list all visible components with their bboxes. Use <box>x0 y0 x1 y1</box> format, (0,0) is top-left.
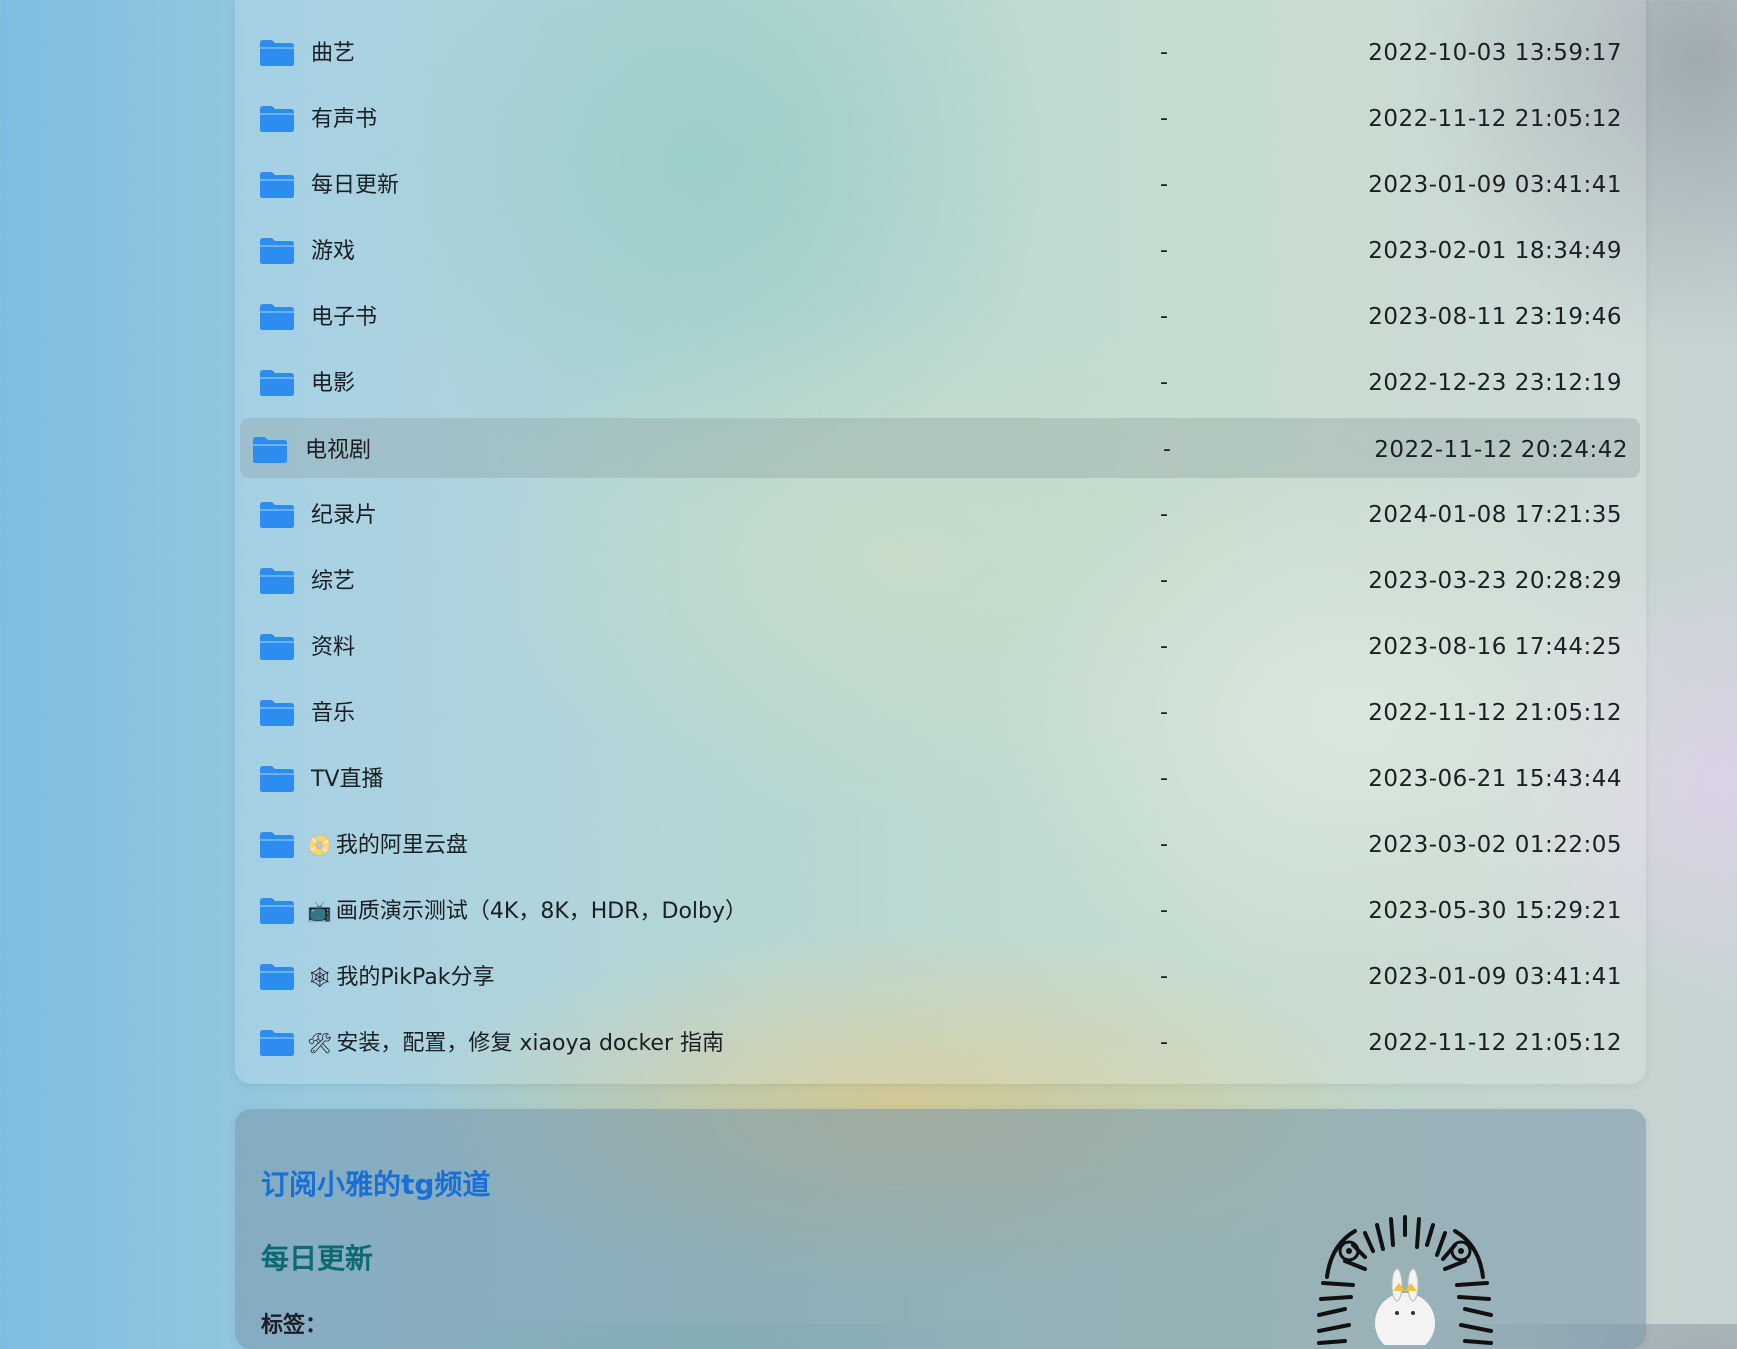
folder-icon <box>260 634 294 660</box>
folder-modified: 2022-10-03 13:59:17 <box>1368 40 1622 66</box>
folder-modified: 2022-11-12 20:24:42 <box>1374 437 1628 463</box>
list-item[interactable]: 📺 画质演示测试（4K，8K，HDR，Dolby） - 2023-05-30 15… <box>235 881 1646 941</box>
folder-name: 音乐 <box>311 701 356 726</box>
folder-size: - <box>1160 766 1168 791</box>
list-item[interactable]: 综艺 - 2023-03-23 20:28:29 <box>235 551 1646 611</box>
folder-name: 有声书 <box>311 107 378 132</box>
folder-modified: 2023-02-01 18:34:49 <box>1368 238 1622 264</box>
folder-size: - <box>1160 304 1168 329</box>
folder-size: - <box>1160 832 1168 857</box>
folder-icon <box>260 700 294 726</box>
folder-icon <box>260 832 294 858</box>
folder-name: 综艺 <box>311 569 356 594</box>
folder-size: - <box>1160 106 1168 131</box>
folder-icon <box>260 238 294 264</box>
readme-panel: 订阅小雅的tg频道 每日更新 标签： <box>235 1109 1646 1349</box>
folder-name: 资料 <box>311 635 356 660</box>
list-item[interactable]: 📀 我的阿里云盘 - 2023-03-02 01:22:05 <box>235 815 1646 875</box>
folder-size: - <box>1160 40 1168 65</box>
folder-icon <box>260 1030 294 1056</box>
folder-name: TV直播 <box>311 767 384 792</box>
list-item[interactable]: 每日更新 - 2023-01-09 03:41:41 <box>235 155 1646 215</box>
folder-size: - <box>1160 964 1168 989</box>
folder-name: 📺 画质演示测试（4K，8K，HDR，Dolby） <box>307 899 748 924</box>
folder-icon <box>260 964 294 990</box>
folder-size: - <box>1160 898 1168 923</box>
tg-channel-link[interactable]: 订阅小雅的tg频道 <box>261 1163 490 1203</box>
folder-icon <box>260 766 294 792</box>
folder-icon <box>260 304 294 330</box>
folder-modified: 2023-01-09 03:41:41 <box>1368 964 1622 990</box>
list-item[interactable]: 游戏 - 2023-02-01 18:34:49 <box>235 221 1646 281</box>
list-item[interactable]: 音乐 - 2022-11-12 21:05:12 <box>235 683 1646 743</box>
folder-name: 🛠 安装，配置，修复 xiaoya docker 指南 <box>307 1031 725 1056</box>
folder-modified: 2022-11-12 21:05:12 <box>1368 106 1622 132</box>
folder-modified: 2023-05-30 15:29:21 <box>1368 898 1622 924</box>
folder-icon <box>260 568 294 594</box>
file-list-panel: 曲艺 - 2022-10-03 13:59:17 有声书 - 2022-11-1… <box>235 0 1646 1084</box>
list-item[interactable]: 🕸 我的PikPak分享 - 2023-01-09 03:41:41 <box>235 947 1646 1007</box>
tags-label: 标签： <box>261 1313 328 1338</box>
folder-name: 电视剧 <box>305 438 372 463</box>
list-item[interactable]: 曲艺 - 2022-10-03 13:59:17 <box>235 23 1646 83</box>
folder-name: 纪录片 <box>311 503 378 528</box>
list-item[interactable]: 电影 - 2022-12-23 23:12:19 <box>235 353 1646 413</box>
folder-name: 📀 我的阿里云盘 <box>307 833 468 858</box>
folder-size: - <box>1160 238 1168 263</box>
folder-name: 🕸 我的PikPak分享 <box>307 965 495 990</box>
list-item-hovered[interactable]: 电视剧 - 2022-11-12 20:24:42 <box>235 418 1646 480</box>
folder-icon <box>260 898 294 924</box>
folder-modified: 2024-01-08 17:21:35 <box>1368 502 1622 528</box>
list-item[interactable]: TV直播 - 2023-06-21 15:43:44 <box>235 749 1646 809</box>
folder-icon <box>260 106 294 132</box>
folder-icon <box>260 370 294 396</box>
folder-modified: 2023-03-23 20:28:29 <box>1368 568 1622 594</box>
folder-size: - <box>1160 502 1168 527</box>
folder-icon <box>253 437 287 463</box>
folder-name: 每日更新 <box>311 173 400 198</box>
folder-icon <box>260 40 294 66</box>
folder-size: - <box>1160 634 1168 659</box>
folder-name: 电子书 <box>311 305 378 330</box>
folder-size: - <box>1160 370 1168 395</box>
folder-name: 电影 <box>311 371 356 396</box>
folder-modified: 2023-06-21 15:43:44 <box>1368 766 1622 792</box>
tv-icon: 📺 <box>307 899 332 923</box>
folder-modified: 2023-08-11 23:19:46 <box>1368 304 1622 330</box>
folder-modified: 2022-12-23 23:12:19 <box>1368 370 1622 396</box>
folder-modified: 2023-01-09 03:41:41 <box>1368 172 1622 198</box>
list-item[interactable]: 🛠 安装，配置，修复 xiaoya docker 指南 - 2022-11-12 … <box>235 1013 1646 1073</box>
tools-icon: 🛠 <box>307 1031 333 1055</box>
folder-icon <box>260 502 294 528</box>
spider-web-icon: 🕸 <box>307 965 333 989</box>
list-item[interactable]: 资料 - 2023-08-16 17:44:25 <box>235 617 1646 677</box>
list-item[interactable]: 有声书 - 2022-11-12 21:05:12 <box>235 89 1646 149</box>
folder-size: - <box>1163 437 1171 462</box>
folder-size: - <box>1160 172 1168 197</box>
folder-name: 曲艺 <box>311 41 356 66</box>
folder-modified: 2023-03-02 01:22:05 <box>1368 832 1622 858</box>
folder-modified: 2023-08-16 17:44:25 <box>1368 634 1622 660</box>
folder-name: 游戏 <box>311 239 356 264</box>
mini-program-code-image <box>1317 1215 1493 1345</box>
readme-heading: 每日更新 <box>261 1242 374 1275</box>
disc-icon: 📀 <box>307 833 332 857</box>
list-item[interactable]: 纪录片 - 2024-01-08 17:21:35 <box>235 485 1646 545</box>
folder-size: - <box>1160 700 1168 725</box>
folder-modified: 2022-11-12 21:05:12 <box>1368 700 1622 726</box>
folder-icon <box>260 172 294 198</box>
folder-size: - <box>1160 1030 1168 1055</box>
list-item[interactable]: 电子书 - 2023-08-11 23:19:46 <box>235 287 1646 347</box>
folder-size: - <box>1160 568 1168 593</box>
folder-modified: 2022-11-12 21:05:12 <box>1368 1030 1622 1056</box>
